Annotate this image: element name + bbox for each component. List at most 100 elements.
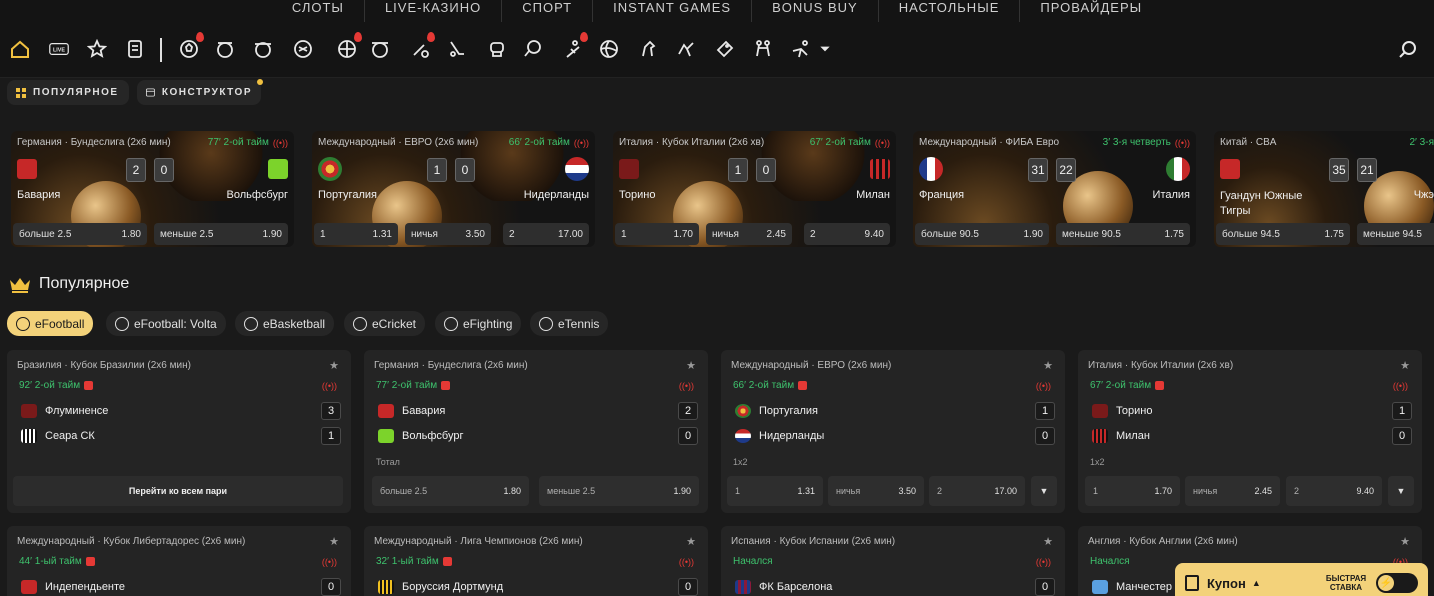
banner-match[interactable]: Германия · Бундеслига (2х6 мин) 77′ 2-ой … bbox=[11, 131, 294, 247]
basketball-icon bbox=[244, 316, 258, 331]
odd-button[interactable]: 2 17.00 bbox=[503, 223, 589, 245]
fast-bet-toggle[interactable] bbox=[1376, 573, 1418, 593]
star-icon[interactable]: ★ bbox=[686, 535, 696, 548]
match-time: Начался bbox=[733, 556, 773, 567]
nav-bonus-buy[interactable]: BONUS BUY bbox=[752, 0, 879, 22]
esports-icon[interactable] bbox=[292, 38, 314, 60]
star-icon[interactable]: ★ bbox=[1043, 359, 1053, 372]
match-card[interactable]: Международный · Лига Чемпионов (2х6 мин)… bbox=[364, 526, 708, 596]
tab-ecricket[interactable]: eCricket bbox=[344, 311, 426, 336]
chevron-down-icon[interactable]: ▼ bbox=[1031, 476, 1057, 506]
star-icon[interactable] bbox=[86, 38, 108, 60]
nav-table-games[interactable]: НАСТОЛЬНЫЕ bbox=[879, 0, 1021, 22]
team-score: 0 bbox=[1035, 578, 1055, 596]
live-icon[interactable]: LIVE bbox=[46, 38, 72, 60]
volleyball-icon[interactable] bbox=[598, 38, 620, 60]
time-text: 92′ 2-ой тайм bbox=[19, 380, 81, 391]
gymnastics-icon[interactable] bbox=[790, 38, 812, 60]
odd-button[interactable]: ничья 3.50 bbox=[828, 476, 924, 506]
dragon-icon[interactable] bbox=[675, 38, 697, 60]
match-card[interactable]: Испания · Кубок Испании (2х6 мин) ★ Нача… bbox=[721, 526, 1065, 596]
chevron-down-icon[interactable] bbox=[818, 38, 832, 60]
star-icon[interactable]: ★ bbox=[1043, 535, 1053, 548]
skiing-icon[interactable] bbox=[562, 32, 588, 60]
tab-ebasketball[interactable]: eBasketball bbox=[235, 311, 335, 336]
tab-efootball[interactable]: eFootball bbox=[7, 311, 94, 336]
star-icon[interactable]: ★ bbox=[329, 359, 339, 372]
odd-button[interactable]: больше 94.5 1.75 bbox=[1216, 223, 1350, 245]
coupon-bar[interactable]: Купон ▲ БЫСТРАЯ СТАВКА bbox=[1175, 563, 1428, 596]
tab-efootball-volta[interactable]: eFootball: Volta bbox=[106, 311, 226, 336]
odd-button[interactable]: меньше 90.5 1.75 bbox=[1056, 223, 1190, 245]
match-card[interactable]: Германия · Бундеслига (2х6 мин) ★ 77′ 2-… bbox=[364, 350, 708, 513]
all-bets-button[interactable]: Перейти ко всем пари bbox=[13, 476, 343, 506]
nav-live-casino[interactable]: LIVE-КАЗИНО bbox=[365, 0, 503, 22]
hot-badge bbox=[354, 32, 362, 42]
team-name: Милан bbox=[1116, 430, 1150, 442]
odd-button[interactable]: 2 9.40 bbox=[1286, 476, 1382, 506]
fighting-icon[interactable] bbox=[486, 38, 508, 60]
score-home: 35 bbox=[1329, 158, 1349, 182]
nav-instant-games[interactable]: INSTANT GAMES bbox=[593, 0, 753, 22]
odd-button[interactable]: 1 1.70 bbox=[615, 223, 699, 245]
hockey-icon[interactable] bbox=[446, 38, 468, 60]
odd-button[interactable]: 1 1.31 bbox=[727, 476, 823, 506]
odd-button[interactable]: 2 17.00 bbox=[929, 476, 1025, 506]
odd-label: меньше 2.5 bbox=[547, 486, 596, 496]
tab-efighting[interactable]: eFighting bbox=[435, 311, 522, 336]
odd-button[interactable]: меньше 2.5 1.90 bbox=[154, 223, 288, 245]
nav-sport[interactable]: СПОРТ bbox=[502, 0, 594, 22]
cricket-icon[interactable] bbox=[409, 32, 435, 60]
time-text: 77′ 2-ой тайм bbox=[376, 380, 438, 391]
odd-button[interactable]: меньше 94.5 bbox=[1357, 223, 1434, 245]
card-league: Международный · Кубок Либертадорес (2х6 … bbox=[17, 536, 246, 547]
team-row: Боруссия Дортмунд 0 bbox=[378, 578, 698, 596]
ticket-icon[interactable] bbox=[714, 38, 736, 60]
score-away: 0 bbox=[756, 158, 776, 182]
basketball-icon[interactable] bbox=[336, 32, 362, 60]
odd-button[interactable]: 1 1.31 bbox=[314, 223, 398, 245]
coupon-icon[interactable] bbox=[124, 38, 146, 60]
volta-icon[interactable] bbox=[214, 38, 236, 60]
wrestling-icon[interactable] bbox=[752, 38, 774, 60]
nav-slots[interactable]: СЛОТЫ bbox=[272, 0, 365, 22]
tab-etennis[interactable]: eTennis bbox=[530, 311, 609, 336]
odd-button[interactable]: ничья 2.45 bbox=[1185, 476, 1280, 506]
horse-icon[interactable] bbox=[637, 38, 659, 60]
banner-match[interactable]: Международный · ФИБА Евро 3′ 3-я четверть… bbox=[913, 131, 1196, 247]
star-icon[interactable]: ★ bbox=[1400, 535, 1410, 548]
home-icon[interactable] bbox=[9, 38, 31, 60]
efootball-icon[interactable] bbox=[178, 32, 204, 60]
card-league: Испания · Кубок Испании (2х6 мин) bbox=[731, 536, 896, 547]
star-icon[interactable]: ★ bbox=[1400, 359, 1410, 372]
odd-button[interactable]: меньше 2.5 1.90 bbox=[539, 476, 699, 506]
odd-button[interactable]: ничья 3.50 bbox=[405, 223, 491, 245]
blitz-icon[interactable] bbox=[369, 38, 391, 60]
builder-pill[interactable]: КОНСТРУКТОР bbox=[137, 79, 263, 105]
match-card[interactable]: Международный · ЕВРО (2х6 мин) ★ 66′ 2-о… bbox=[721, 350, 1065, 513]
nav-providers[interactable]: ПРОВАЙДЕРЫ bbox=[1020, 0, 1162, 22]
match-card[interactable]: Бразилия · Кубок Бразилии (2х6 мин) ★ 92… bbox=[7, 350, 351, 513]
live-signal-icon: ((•)) bbox=[321, 557, 337, 567]
star-icon[interactable]: ★ bbox=[329, 535, 339, 548]
odd-button[interactable]: 2 9.40 bbox=[804, 223, 890, 245]
banner-match[interactable]: Китай · CBA 2′ 3-я 35 21 Гуандун Южные Ти… bbox=[1214, 131, 1434, 247]
banner-match[interactable]: Италия · Кубок Италии (2х6 хв) 67′ 2-ой т… bbox=[613, 131, 896, 247]
tennis-icon[interactable] bbox=[522, 38, 544, 60]
odd-button[interactable]: 1 1.70 bbox=[1085, 476, 1180, 506]
chevron-down-icon[interactable]: ▼ bbox=[1388, 476, 1414, 506]
match-time: Начался bbox=[1090, 556, 1130, 567]
match-card[interactable]: Италия · Кубок Италии (2х6 хв) ★ 67′ 2-о… bbox=[1078, 350, 1422, 513]
odd-button[interactable]: больше 2.5 1.80 bbox=[13, 223, 147, 245]
banner-match[interactable]: Международный · ЕВРО (2х6 мин) 66′ 2-ой т… bbox=[312, 131, 595, 247]
odd-button[interactable]: ничья 2.45 bbox=[706, 223, 792, 245]
search-icon[interactable] bbox=[1398, 40, 1418, 60]
odd-button[interactable]: больше 2.5 1.80 bbox=[372, 476, 529, 506]
penalty-icon[interactable] bbox=[252, 38, 274, 60]
cricket-icon bbox=[353, 316, 367, 331]
odd-button[interactable]: больше 90.5 1.90 bbox=[915, 223, 1049, 245]
popular-pill[interactable]: ПОПУЛЯРНОЕ bbox=[7, 80, 129, 105]
star-icon[interactable]: ★ bbox=[686, 359, 696, 372]
match-card[interactable]: Международный · Кубок Либертадорес (2х6 … bbox=[7, 526, 351, 596]
jersey-icon bbox=[1092, 580, 1108, 594]
